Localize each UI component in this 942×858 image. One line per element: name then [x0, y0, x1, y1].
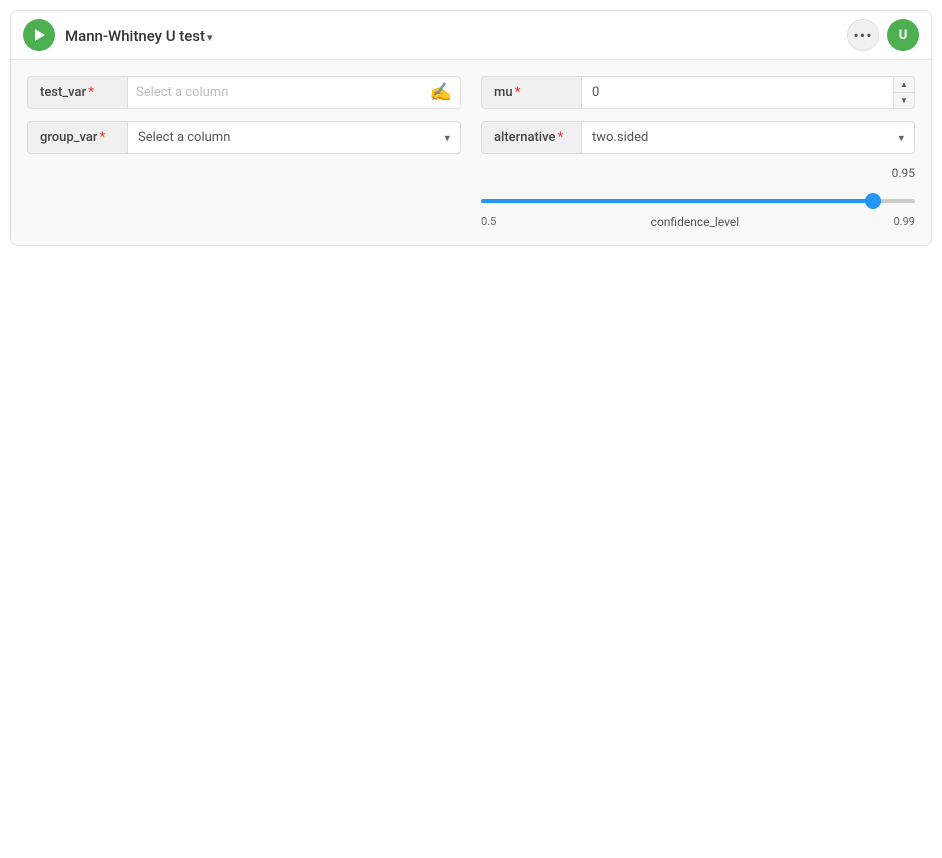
mu-spinners: ▲ ▼: [893, 77, 914, 108]
play-icon: [35, 29, 45, 41]
more-button[interactable]: •••: [847, 19, 879, 51]
mu-input[interactable]: [582, 77, 893, 108]
mu-required: *: [515, 85, 521, 100]
group-var-select-wrapper: Select a column ▾: [127, 121, 461, 154]
group-var-label: group_var*: [27, 121, 127, 154]
test-var-required: *: [88, 85, 94, 100]
slider-center-label: confidence_level: [496, 215, 893, 229]
header: Mann-Whitney U test▾ ••• U: [11, 11, 931, 60]
slider-row: 0.95 0.5 confidence_level 0.99: [481, 166, 915, 229]
alternative-row: alternative* two.sided less greater ▾: [481, 121, 915, 154]
mu-label: mu*: [481, 76, 581, 109]
alternative-select-wrapper: two.sided less greater ▾: [581, 121, 915, 154]
confidence-level-slider[interactable]: [481, 199, 915, 203]
test-var-row: test_var* Select a column ✍: [27, 76, 461, 109]
slider-min-label: 0.5: [481, 215, 496, 229]
cursor-icon: ✍: [430, 82, 452, 103]
slider-container: [481, 184, 915, 211]
alternative-label: alternative*: [481, 121, 581, 154]
title: Mann-Whitney U test▾: [65, 26, 213, 45]
group-var-required: *: [100, 130, 106, 145]
title-text: Mann-Whitney U test: [65, 27, 205, 45]
header-left: Mann-Whitney U test▾: [23, 19, 213, 51]
content: test_var* Select a column ✍ mu* ▲ ▼: [11, 60, 931, 245]
test-var-label: test_var*: [27, 76, 127, 109]
slider-labels: 0.5 confidence_level 0.99: [481, 215, 915, 229]
header-right: ••• U: [847, 19, 919, 51]
mu-increment[interactable]: ▲: [894, 77, 914, 93]
user-icon: U: [899, 28, 908, 43]
mu-number-wrapper: ▲ ▼: [581, 76, 915, 109]
slider-max-label: 0.99: [894, 215, 915, 229]
mu-row: mu* ▲ ▼: [481, 76, 915, 109]
app-container: Mann-Whitney U test▾ ••• U test_var* Sel…: [10, 10, 932, 246]
alternative-required: *: [557, 130, 563, 145]
play-button[interactable]: [23, 19, 55, 51]
more-icon: •••: [853, 26, 872, 45]
slider-current-value: 0.95: [892, 166, 915, 180]
form-grid: test_var* Select a column ✍ mu* ▲ ▼: [27, 76, 915, 229]
slider-current-value-row: 0.95: [481, 166, 915, 180]
mu-decrement[interactable]: ▼: [894, 93, 914, 108]
alternative-select[interactable]: two.sided less greater: [582, 122, 914, 153]
user-button[interactable]: U: [887, 19, 919, 51]
title-dropdown-arrow: ▾: [207, 31, 213, 44]
group-var-row: group_var* Select a column ▾: [27, 121, 461, 154]
group-var-select[interactable]: Select a column: [128, 122, 460, 153]
test-var-placeholder: Select a column: [136, 85, 430, 100]
